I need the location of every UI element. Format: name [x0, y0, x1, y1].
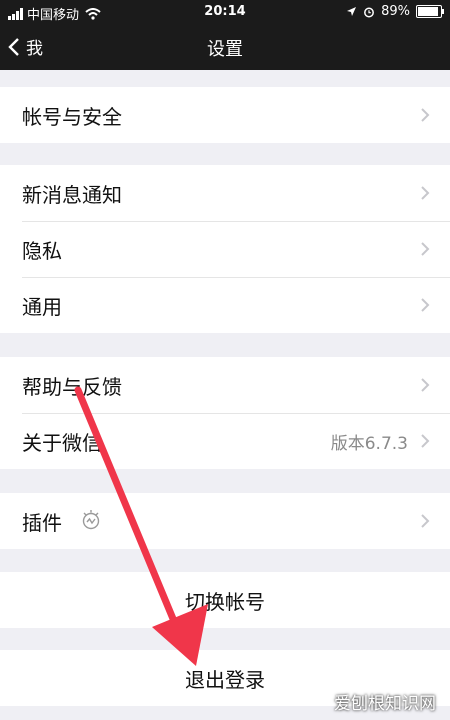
settings-item-privacy[interactable]: 隐私 — [0, 221, 450, 277]
chevron-right-icon — [421, 434, 430, 448]
settings-group-plugins: 插件 — [0, 493, 450, 549]
chevron-right-icon — [421, 242, 430, 256]
alarm-icon — [364, 7, 375, 17]
battery-fill — [418, 7, 438, 16]
plugin-icon — [82, 510, 100, 530]
chevron-right-icon — [421, 298, 430, 312]
watermark: 爱刨根知识网 — [334, 694, 436, 714]
chevron-right-icon — [421, 378, 430, 392]
settings-item-label: 新消息通知 — [22, 182, 122, 207]
settings-group-general: 新消息通知 隐私 通用 — [0, 165, 450, 333]
version-value: 版本6.7.3 — [330, 433, 408, 454]
settings-item-label: 隐私 — [22, 238, 62, 263]
switch-account-group: 切换帐号 — [0, 572, 450, 628]
battery-percent: 89% — [381, 4, 410, 19]
settings-group-account: 帐号与安全 — [0, 87, 450, 143]
battery-icon — [416, 5, 444, 18]
location-icon — [347, 7, 357, 16]
settings-item-label: 帐号与安全 — [22, 104, 122, 129]
settings-item-plugins[interactable]: 插件 — [0, 493, 450, 549]
status-bar: 中国移动 20:14 89% — [0, 0, 450, 24]
chevron-right-icon — [421, 186, 430, 200]
settings-item-notifications[interactable]: 新消息通知 — [0, 165, 450, 221]
settings-item-account-security[interactable]: 帐号与安全 — [0, 87, 450, 143]
settings-item-label: 通用 — [22, 294, 62, 319]
settings-item-label: 插件 — [22, 510, 62, 535]
settings-item-about[interactable]: 关于微信 版本6.7.3 — [0, 413, 450, 469]
settings-item-general[interactable]: 通用 — [0, 277, 450, 333]
settings-item-help-feedback[interactable]: 帮助与反馈 — [0, 357, 450, 413]
switch-account-button[interactable]: 切换帐号 — [0, 572, 450, 628]
page-title: 设置 — [207, 39, 243, 60]
chevron-right-icon — [421, 514, 430, 528]
nav-bar: 我 设置 — [0, 24, 450, 70]
settings-group-help: 帮助与反馈 关于微信 版本6.7.3 — [0, 357, 450, 469]
settings-item-label: 帮助与反馈 — [22, 374, 122, 399]
settings-item-label: 关于微信 — [22, 430, 102, 455]
chevron-right-icon — [421, 108, 430, 122]
